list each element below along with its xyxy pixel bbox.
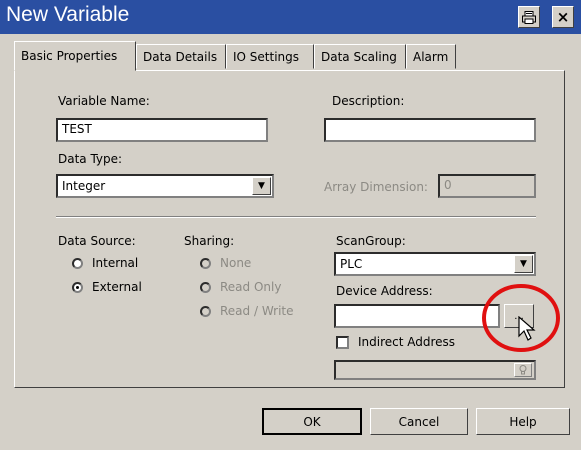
radio-read-only [200, 282, 211, 293]
close-icon: × [556, 8, 570, 26]
chevron-down-icon[interactable]: ▼ [252, 177, 271, 195]
radio-read-write-label: Read / Write [220, 304, 294, 318]
device-address-label: Device Address: [336, 284, 433, 298]
tab-alarm[interactable]: Alarm [406, 44, 456, 69]
radio-selected-dot [76, 286, 79, 289]
lightbulb-icon [519, 365, 527, 375]
variable-name-label: Variable Name: [58, 94, 150, 108]
description-label: Description: [332, 94, 405, 108]
scangroup-select[interactable]: PLC ▼ [334, 252, 536, 276]
section-divider [56, 216, 536, 218]
radio-internal-label: Internal [92, 256, 139, 270]
scangroup-label: ScanGroup: [336, 234, 406, 248]
radio-external[interactable] [72, 282, 83, 293]
radio-read-only-label: Read Only [220, 280, 282, 294]
indirect-browse-button [514, 363, 532, 377]
indirect-address-checkbox[interactable] [336, 336, 349, 349]
variable-name-input[interactable]: TEST [56, 118, 268, 142]
close-button[interactable]: × [552, 6, 574, 28]
data-type-select[interactable]: Integer ▼ [56, 174, 274, 198]
chevron-down-icon[interactable]: ▼ [514, 255, 533, 273]
data-type-label: Data Type: [58, 152, 123, 166]
tab-basic-properties[interactable]: Basic Properties [14, 41, 136, 71]
print-button[interactable] [518, 6, 540, 28]
array-dimension-label: Array Dimension: [324, 180, 428, 194]
help-button[interactable]: Help [476, 408, 570, 435]
indirect-address-label: Indirect Address [358, 335, 456, 349]
radio-none [200, 258, 211, 269]
cancel-button[interactable]: Cancel [370, 408, 468, 435]
sharing-label: Sharing: [184, 234, 235, 248]
indirect-address-input [334, 360, 536, 380]
scangroup-value: PLC [340, 257, 363, 271]
data-type-value: Integer [62, 179, 106, 193]
window-title: New Variable [6, 3, 130, 26]
printer-icon [522, 10, 536, 24]
radio-read-write [200, 306, 211, 317]
tab-io-settings[interactable]: IO Settings [226, 44, 314, 69]
tab-data-details[interactable]: Data Details [136, 44, 226, 69]
description-input[interactable] [324, 118, 536, 142]
ok-button[interactable]: OK [262, 408, 362, 435]
tab-data-scaling[interactable]: Data Scaling [314, 44, 406, 69]
radio-external-label: External [92, 280, 142, 294]
data-source-label: Data Source: [58, 234, 136, 248]
array-dimension-input: 0 [438, 174, 536, 198]
device-address-input[interactable] [334, 304, 500, 328]
mouse-pointer-icon [518, 316, 536, 341]
radio-internal[interactable] [72, 258, 83, 269]
radio-none-label: None [220, 256, 252, 270]
